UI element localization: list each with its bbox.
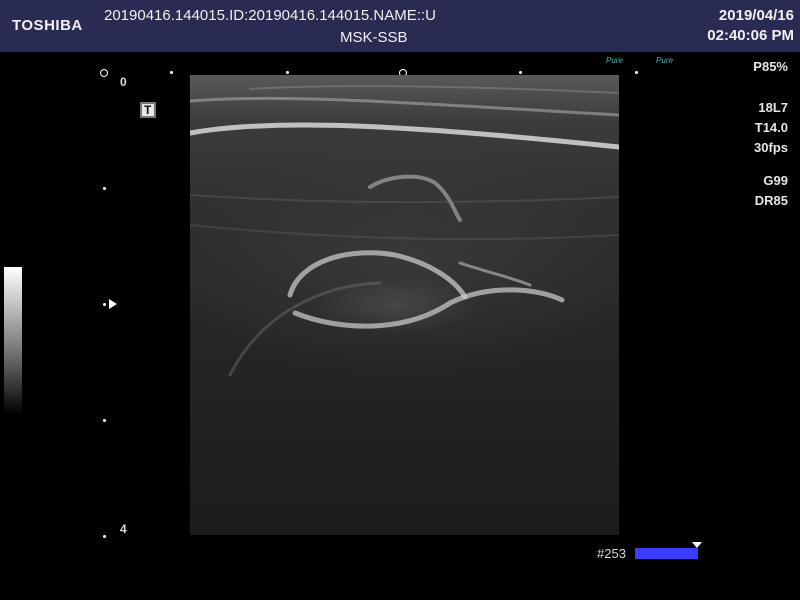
power-readout: P85% [753, 59, 788, 74]
gain-readout: G99 [763, 173, 788, 188]
exam-date: 2019/04/16 [718, 7, 794, 24]
depth-label-top: 0 [120, 75, 127, 89]
depth-label-bottom: 4 [120, 522, 127, 536]
ultrasound-image[interactable] [190, 75, 619, 535]
pure-logo-left: Pure [606, 56, 623, 65]
depth-tick [103, 535, 106, 538]
scale-dot [635, 71, 638, 74]
depth-ring-marker [100, 69, 108, 77]
probe-readout: 18L7 [758, 100, 788, 115]
frame-counter-label: #253 [597, 546, 626, 561]
tis-readout: T14.0 [754, 120, 788, 135]
patient-id-line: 20190416.144015.ID:20190416.144015.NAME:… [104, 7, 436, 24]
scale-dot [170, 71, 173, 74]
dynamic-range-readout: DR85 [754, 193, 788, 208]
preset-label: MSK-SSB [340, 29, 408, 46]
scale-dot [519, 71, 522, 74]
depth-tick [103, 187, 106, 190]
cine-position-marker-icon[interactable] [692, 542, 702, 548]
cine-frame-bar[interactable] [635, 548, 698, 559]
exam-time: 02:40:06 PM [707, 27, 794, 44]
brand-logo: TOSHIBA [12, 17, 83, 34]
t-marker-icon: T [140, 102, 156, 118]
focus-marker-icon[interactable] [109, 299, 117, 309]
depth-tick [103, 419, 106, 422]
scale-dot [286, 71, 289, 74]
frame-rate-readout: 30fps [754, 140, 788, 155]
header-bar: TOSHIBA 20190416.144015.ID:20190416.1440… [0, 0, 800, 52]
depth-tick [103, 303, 106, 306]
ultrasound-echo-structures [190, 85, 619, 377]
pure-logo-right: Pure [656, 56, 673, 65]
grayscale-bar [4, 267, 22, 415]
